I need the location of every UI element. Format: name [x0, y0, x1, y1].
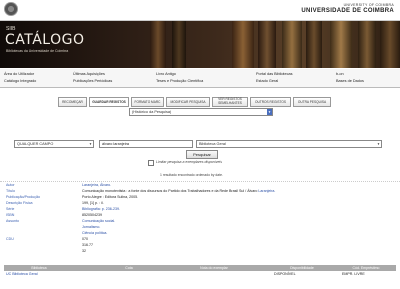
physical-description-value: 199, [1] p. : il. — [82, 201, 104, 205]
menu-link[interactable]: b-on — [336, 72, 344, 76]
search-input[interactable]: álvaro laranjeira — [99, 140, 193, 148]
cdu-value: 316.77 — [82, 243, 93, 247]
subject-link[interactable]: Comunicação social. — [82, 219, 115, 223]
search-history-select[interactable]: (Histórico da Pesquisa) ▼ — [129, 108, 273, 116]
isbn-label: ISBN — [6, 213, 15, 217]
column-header: Nota do exemplar — [200, 266, 228, 270]
menu-link[interactable]: Publicações Periódicas — [73, 79, 112, 83]
limit-available-label: Limitar pesquisa a exemplares disponívei… — [156, 160, 222, 164]
search-field-select[interactable]: QUALQUER CAMPO ▼ — [14, 140, 94, 148]
tab-label-line: SEMELHANTES — [218, 100, 242, 105]
chevron-down-icon[interactable]: ▼ — [376, 141, 381, 147]
search-history-value: (Histórico da Pesquisa) — [132, 110, 172, 114]
university-seal-logo[interactable] — [4, 2, 18, 16]
chevron-down-icon[interactable]: ▼ — [88, 141, 93, 147]
library-select[interactable]: Biblioteca Geral ▼ — [196, 140, 382, 148]
menu-link[interactable]: Livro Antigo — [156, 72, 176, 76]
subject-link[interactable]: Jornalismo. — [82, 225, 100, 229]
catalog-subtitle: Bibliotecas da Universidade de Coimbra — [6, 49, 69, 53]
menu-link[interactable]: Estado Geral — [256, 79, 278, 83]
title-label: Título — [6, 189, 15, 193]
column-header: Disponibilidade — [290, 266, 314, 270]
subject-label: Assunto — [6, 219, 19, 223]
tab-save-records[interactable]: GUARDAR REGISTOS — [89, 97, 129, 107]
menu-link[interactable]: Últimas Aquisições — [73, 72, 105, 76]
cdu-value: 070 — [82, 237, 88, 241]
record-actions-bar: RECOMEÇAR GUARDAR REGISTOS FORMATO MARC … — [0, 97, 400, 107]
university-name-english: UNIVERSITY OF COIMBRA — [343, 3, 394, 7]
title-value: Comunicação monotextista : a fonte dos d… — [82, 189, 258, 193]
author-label: Autor — [6, 183, 15, 187]
library-link[interactable]: UC Biblioteca Geral — [6, 272, 38, 277]
menu-link[interactable]: Área do Utilizador — [4, 72, 34, 76]
library-value: Biblioteca Geral — [199, 142, 226, 146]
tab-marc-format[interactable]: FORMATO MARC — [131, 97, 164, 107]
tab-modify-search[interactable]: MODIFICAR PESQUISA — [166, 97, 210, 107]
tab-similar-records[interactable]: VER REGISTOS SEMELHANTES — [212, 97, 248, 107]
physical-description-label: Descrição Física — [6, 201, 33, 205]
cdu-label: CDU — [6, 237, 14, 241]
availability-status: DISPONÍVEL — [274, 272, 296, 276]
menu-link[interactable]: Bases de Dados — [336, 79, 364, 83]
chevron-down-icon[interactable]: ▼ — [267, 109, 272, 115]
column-header: Biblioteca — [31, 266, 47, 270]
column-header: Cód. Empréstimo — [352, 266, 380, 270]
search-button[interactable]: Pesquisar — [186, 150, 218, 159]
author-link[interactable]: Laranjeira, Álvaro. — [82, 183, 111, 187]
series-label: Série — [6, 207, 15, 211]
holdings-table-header: Biblioteca Cota Nota do exemplar Disponi… — [4, 265, 396, 271]
isbn-value: 8520504239 — [82, 213, 102, 217]
top-header: UNIVERSITY OF COIMBRA UNIVERSIDADE DE CO… — [0, 0, 400, 21]
limit-available-checkbox[interactable] — [148, 160, 154, 166]
cdu-value: 32 — [82, 249, 86, 253]
search-field-value: QUALQUER CAMPO — [17, 142, 54, 146]
column-header: Cota — [125, 266, 133, 270]
loan-code: EMPR. LIVRE — [342, 272, 365, 276]
menu-link[interactable]: Portal das Bibliotecas — [256, 72, 293, 76]
publication-label: Publicação/Produção — [6, 195, 40, 199]
menu-link[interactable]: Catálogo Integrado — [4, 79, 36, 83]
tab-other-search[interactable]: OUTRA PESQUISA — [293, 97, 331, 107]
divider — [0, 181, 400, 182]
title-author-link[interactable]: Laranjeira. — [258, 189, 275, 193]
results-count: 1 resultado encontrado ordenado by date. — [160, 173, 223, 177]
table-row: UC Biblioteca Geral DISPONÍVEL EMPR. LIV… — [4, 272, 396, 278]
catalog-title: CATÁLOGO — [5, 32, 85, 48]
series-link[interactable]: Bibliografia: p. 236-239. — [82, 207, 120, 211]
subject-link[interactable]: Ciência política. — [82, 231, 107, 235]
university-name: UNIVERSIDADE DE COIMBRA — [301, 8, 394, 14]
tab-other-records[interactable]: OUTROS REGISTOS — [250, 97, 291, 107]
menu-link[interactable]: Teses e Produção Científica — [156, 79, 203, 83]
tab-restart[interactable]: RECOMEÇAR — [58, 97, 87, 107]
main-menu: Área do Utilizador Catálogo Integrado Úl… — [0, 69, 400, 88]
publication-value: Porto Alegre : Editora Sulina, 2005. — [82, 195, 139, 199]
